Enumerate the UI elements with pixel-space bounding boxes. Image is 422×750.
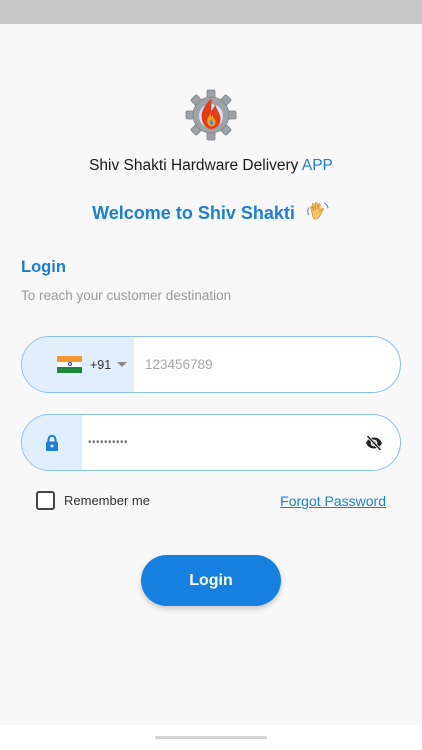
lock-icon (46, 434, 58, 451)
app-title-text: Shiv Shakti Hardware Delivery (89, 157, 299, 174)
chevron-down-icon (117, 362, 128, 367)
gear-flame-logo (185, 89, 237, 141)
app-title-accent: APP (301, 157, 333, 174)
login-subtitle: To reach your customer destination (21, 288, 232, 303)
dial-code: +91 (90, 357, 112, 372)
eye-off-icon[interactable] (365, 435, 383, 451)
status-bar (0, 0, 422, 24)
password-prefix (22, 415, 82, 470)
remember-me-checkbox[interactable] (36, 491, 55, 510)
welcome-text: Welcome to Shiv Shakti (92, 203, 295, 223)
waving-hand-icon (307, 202, 329, 220)
password-input[interactable]: •••••••••• (88, 415, 128, 470)
password-field[interactable]: •••••••••• (21, 414, 401, 471)
country-code-selector[interactable]: +91 (22, 337, 134, 392)
welcome-heading: Welcome to Shiv Shakti (0, 199, 422, 224)
remember-me[interactable]: Remember me (36, 491, 150, 510)
india-flag-icon (57, 356, 82, 374)
forgot-password-link[interactable]: Forgot Password (280, 493, 386, 509)
app-title: Shiv Shakti Hardware Delivery APP (0, 157, 422, 175)
phone-input[interactable] (145, 337, 385, 392)
login-button[interactable]: Login (141, 555, 281, 606)
phone-field[interactable]: +91 (21, 336, 401, 393)
remember-me-label: Remember me (64, 493, 150, 508)
home-indicator (155, 736, 267, 739)
login-heading: Login (21, 258, 66, 276)
